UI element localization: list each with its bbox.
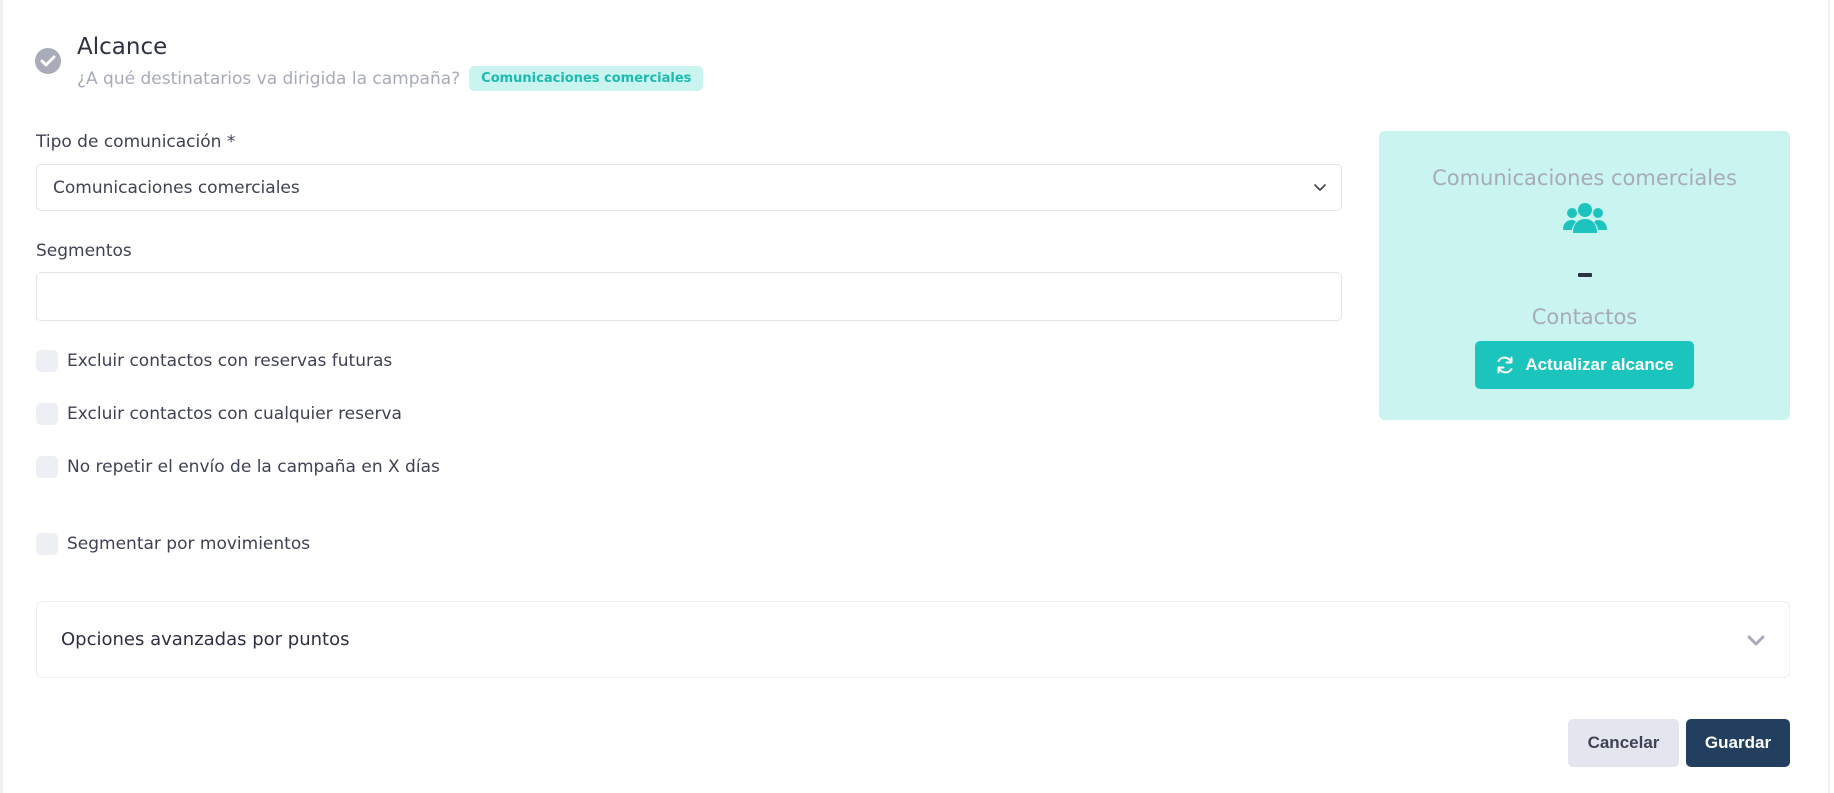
accordion-title: Opciones avanzadas por puntos — [61, 629, 350, 650]
refresh-reach-button[interactable]: Actualizar alcance — [1475, 341, 1694, 389]
checkbox-label: No repetir el envío de la campaña en X d… — [67, 457, 440, 477]
refresh-reach-label: Actualizar alcance — [1525, 355, 1674, 374]
checkbox[interactable] — [36, 533, 58, 555]
chevron-down-icon — [1314, 184, 1326, 191]
checkbox[interactable] — [36, 350, 58, 372]
segmentos-label: Segmentos — [36, 241, 132, 261]
users-icon — [1563, 203, 1607, 233]
chevron-down-icon — [1747, 635, 1765, 646]
right-border — [1828, 0, 1830, 793]
reach-summary-card: Comunicaciones comerciales Contactos Act… — [1379, 131, 1790, 420]
checkbox-label: Excluir contactos con cualquier reserva — [67, 404, 402, 424]
checkbox-row-segmentar-movimientos[interactable]: Segmentar por movimientos — [36, 533, 310, 555]
section-header: Alcance ¿A qué destinatarios va dirigida… — [35, 32, 704, 91]
advanced-points-accordion[interactable]: Opciones avanzadas por puntos — [36, 601, 1790, 678]
section-title: Alcance — [77, 34, 168, 60]
checkbox-row-cualquier-reserva[interactable]: Excluir contactos con cualquier reserva — [36, 403, 402, 425]
left-border — [0, 0, 3, 793]
save-button[interactable]: Guardar — [1686, 719, 1790, 767]
checkbox-label: Segmentar por movimientos — [67, 534, 311, 554]
contact-count-dash-icon — [1578, 273, 1592, 277]
check-circle-icon — [35, 48, 61, 74]
checkbox-row-reservas-futuras[interactable]: Excluir contactos con reservas futuras — [36, 350, 392, 372]
communication-type-badge: Comunicaciones comerciales — [469, 66, 704, 91]
card-subtitle: Contactos — [1531, 305, 1638, 329]
checkbox-row-no-repetir[interactable]: No repetir el envío de la campaña en X d… — [36, 456, 440, 478]
cancel-button[interactable]: Cancelar — [1568, 719, 1679, 767]
checkbox[interactable] — [36, 403, 58, 425]
tipo-comunicacion-label: Tipo de comunicación * — [36, 132, 236, 152]
tipo-comunicacion-value: Comunicaciones comerciales — [53, 177, 300, 198]
checkbox-label: Excluir contactos con reservas futuras — [67, 351, 393, 371]
refresh-icon — [1497, 356, 1513, 374]
section-subtitle: ¿A qué destinatarios va dirigida la camp… — [77, 68, 461, 89]
card-title: Comunicaciones comerciales — [1432, 166, 1737, 190]
tipo-comunicacion-select[interactable]: Comunicaciones comerciales — [36, 164, 1342, 211]
checkbox[interactable] — [36, 456, 58, 478]
segmentos-input[interactable] — [36, 272, 1342, 321]
